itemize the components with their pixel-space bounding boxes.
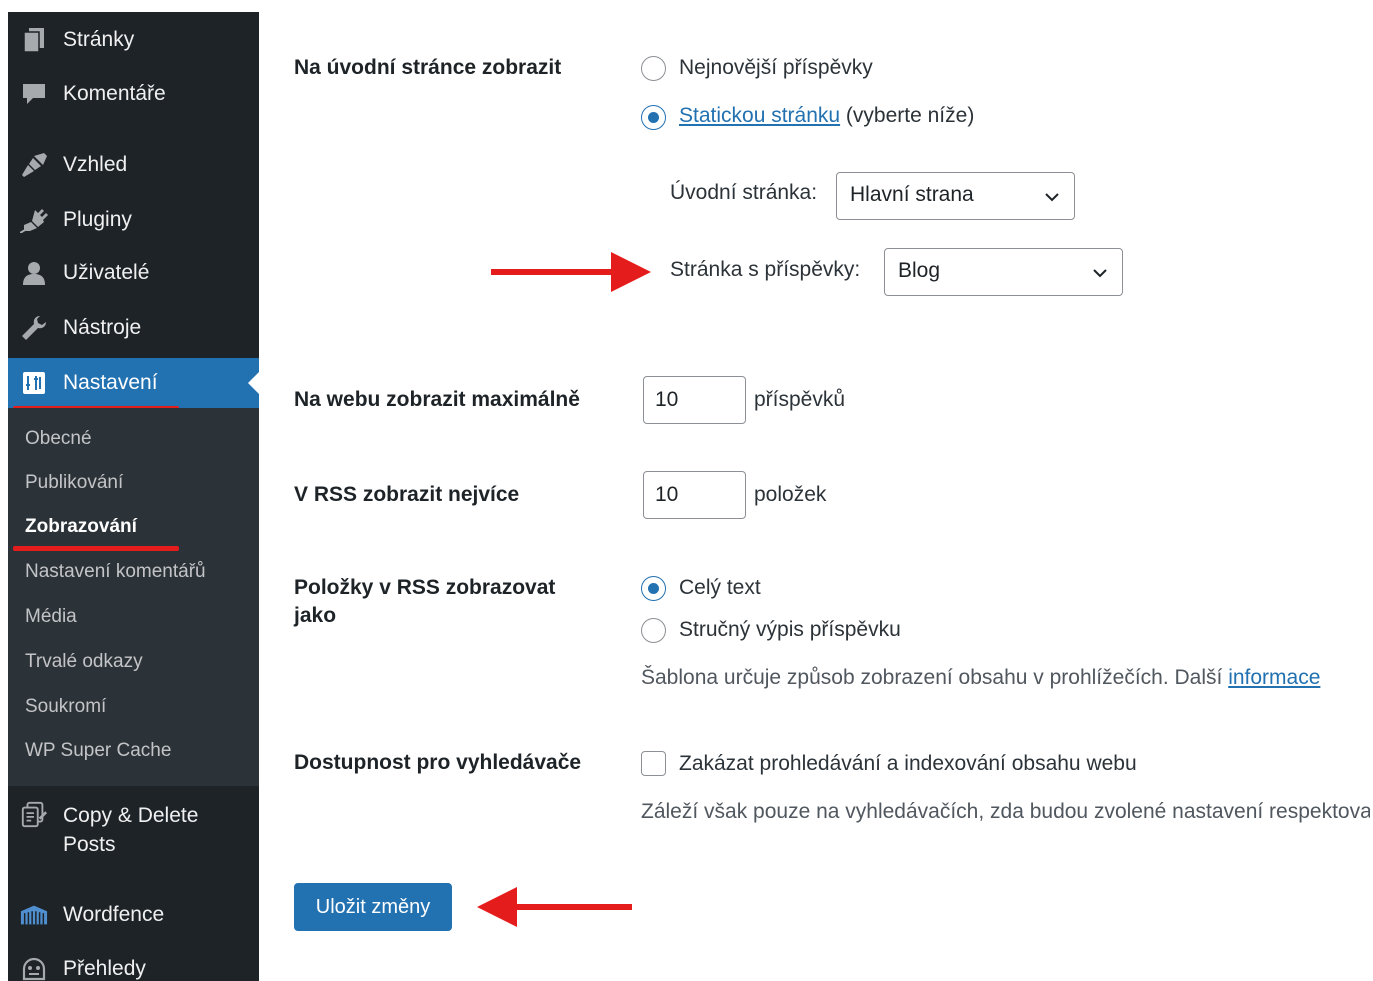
submenu-item-reading[interactable]: Zobrazování bbox=[25, 516, 137, 538]
rss-display-label-line1: Položky v RSS zobrazovat bbox=[294, 576, 556, 599]
full-text-label: Celý text bbox=[679, 576, 761, 599]
sidebar-item-tools[interactable]: Nástroje bbox=[8, 305, 259, 351]
comments-icon bbox=[20, 80, 48, 108]
active-indicator bbox=[248, 372, 259, 394]
copy-delete-icon bbox=[20, 801, 48, 829]
sidebar-item-users[interactable]: Uživatelé bbox=[8, 250, 259, 296]
homepage-label: Úvodní stránka: bbox=[670, 181, 818, 204]
rss-items-input[interactable]: 10 bbox=[643, 471, 746, 519]
posts-per-page-unit: příspěvků bbox=[754, 388, 846, 411]
sidebar-item-label: Vzhled bbox=[63, 153, 128, 176]
settings-icon bbox=[20, 369, 48, 397]
sidebar-item-label: Copy & Delete Posts bbox=[63, 804, 199, 856]
static-page-label: Statickou stránku (vyberte níže) bbox=[679, 102, 974, 130]
posts-page-value: Blog bbox=[898, 259, 941, 282]
excerpt-label: Stručný výpis příspěvku bbox=[679, 618, 901, 641]
static-page-link[interactable]: Statickou stránku bbox=[679, 104, 840, 127]
full-text-radio[interactable] bbox=[641, 576, 666, 601]
submenu-item-wp-super-cache[interactable]: WP Super Cache bbox=[25, 740, 171, 762]
posts-per-page-input[interactable]: 10 bbox=[643, 376, 746, 424]
appearance-icon bbox=[20, 151, 48, 179]
rss-display-label-line2: jako bbox=[294, 604, 337, 627]
static-page-radio[interactable] bbox=[641, 105, 666, 130]
search-visibility-label: Dostupnost pro vyhledávače bbox=[294, 751, 582, 774]
discourage-search-checkbox[interactable] bbox=[641, 751, 666, 776]
chevron-down-icon bbox=[1045, 193, 1059, 202]
submenu-item-privacy[interactable]: Soukromí bbox=[25, 696, 106, 718]
plugins-icon bbox=[20, 206, 48, 234]
discourage-search-label: Zakázat prohledávání a indexování obsahu… bbox=[679, 752, 1137, 775]
sidebar-item-wordfence[interactable]: Wordfence bbox=[8, 892, 259, 938]
annotation-underline bbox=[13, 546, 179, 551]
homepage-value: Hlavní strana bbox=[850, 183, 974, 206]
annotation-arrow-left bbox=[477, 887, 632, 927]
static-page-hint: (vyberte níže) bbox=[840, 104, 975, 127]
sidebar-item-label: Nastavení bbox=[63, 371, 158, 394]
sidebar-item-plugins[interactable]: Pluginy bbox=[8, 197, 259, 243]
sidebar-item-copy-delete-posts[interactable]: Copy & Delete Posts bbox=[8, 797, 259, 865]
rss-items-unit: položek bbox=[754, 483, 827, 506]
sidebar-item-settings[interactable]: Nastavení bbox=[8, 358, 259, 408]
reading-settings-form: Na úvodní stránce zobrazit Nejnovější př… bbox=[259, 12, 1370, 981]
sidebar-item-label: Uživatelé bbox=[63, 261, 150, 284]
sidebar-item-comments[interactable]: Komentáře bbox=[8, 71, 259, 117]
front-page-label: Na úvodní stránce zobrazit bbox=[294, 56, 562, 79]
sidebar-item-label: Komentáře bbox=[63, 82, 166, 105]
posts-page-select[interactable]: Blog bbox=[884, 248, 1123, 296]
pages-icon bbox=[20, 26, 48, 54]
annotation-arrow-right bbox=[491, 252, 651, 292]
sidebar-item-appearance[interactable]: Vzhled bbox=[8, 142, 259, 188]
settings-submenu: Obecné Publikování Zobrazování Nastavení… bbox=[8, 408, 259, 786]
tools-icon bbox=[20, 314, 48, 342]
sidebar-item-label: Přehledy bbox=[63, 957, 146, 980]
more-info-link[interactable]: informace bbox=[1228, 666, 1320, 689]
sidebar-item-label: Nástroje bbox=[63, 316, 142, 339]
rss-description-text: Šablona určuje způsob zobrazení obsahu v… bbox=[641, 666, 1229, 689]
posts-per-page-label: Na webu zobrazit maximálně bbox=[294, 388, 580, 411]
users-icon bbox=[20, 259, 48, 287]
excerpt-radio[interactable] bbox=[641, 618, 666, 643]
posts-page-label: Stránka s příspěvky: bbox=[670, 258, 861, 281]
submenu-item-media[interactable]: Média bbox=[25, 606, 77, 628]
rss-display-description: Šablona určuje způsob zobrazení obsahu v… bbox=[641, 664, 1320, 692]
screenshot-frame: Stránky Komentáře Vzhled Pluginy Uživate bbox=[8, 12, 1370, 981]
latest-posts-label: Nejnovější příspěvky bbox=[679, 56, 873, 79]
sidebar-item-insights[interactable]: Přehledy bbox=[8, 946, 259, 981]
insights-icon bbox=[20, 955, 48, 981]
sidebar-item-label: Pluginy bbox=[63, 208, 132, 231]
sidebar-item-label: Wordfence bbox=[63, 903, 165, 926]
submenu-item-general[interactable]: Obecné bbox=[25, 428, 92, 450]
rss-items-label: V RSS zobrazit nejvíce bbox=[294, 483, 520, 506]
admin-sidebar: Stránky Komentáře Vzhled Pluginy Uživate bbox=[8, 12, 259, 981]
submenu-item-writing[interactable]: Publikování bbox=[25, 472, 123, 494]
search-visibility-description: Záleží však pouze na vyhledávačích, zda … bbox=[641, 800, 1370, 823]
rss-display-label: Položky v RSS zobrazovat jako bbox=[294, 574, 555, 630]
submenu-item-discussion[interactable]: Nastavení komentářů bbox=[25, 561, 206, 583]
save-changes-button[interactable]: Uložit změny bbox=[294, 883, 452, 931]
homepage-select[interactable]: Hlavní strana bbox=[836, 172, 1075, 220]
submenu-item-permalinks[interactable]: Trvalé odkazy bbox=[25, 651, 143, 673]
wordfence-icon bbox=[20, 901, 48, 929]
sidebar-item-pages[interactable]: Stránky bbox=[8, 17, 259, 63]
latest-posts-radio[interactable] bbox=[641, 56, 666, 81]
sidebar-item-label: Stránky bbox=[63, 28, 135, 51]
chevron-down-icon bbox=[1093, 269, 1107, 278]
